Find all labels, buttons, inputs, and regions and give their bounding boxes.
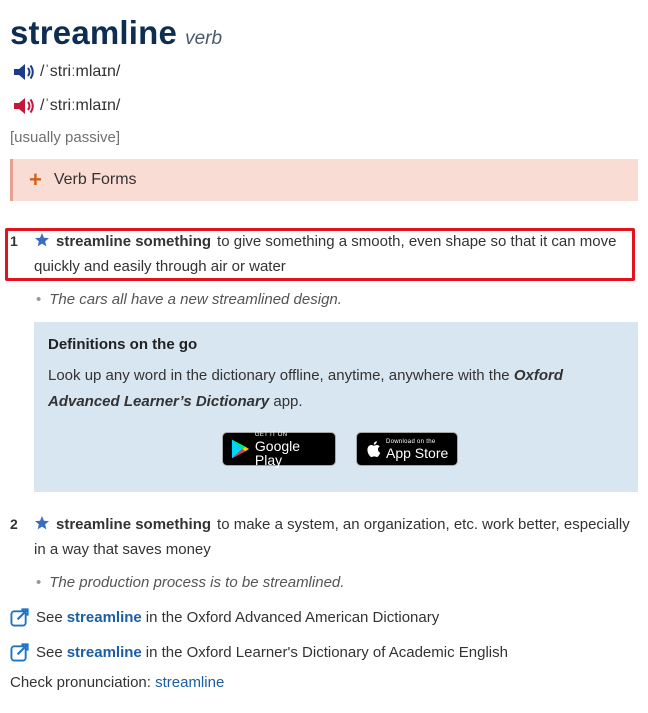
grammar-note: [usually passive]	[10, 129, 121, 146]
xref-prefix: See	[36, 644, 63, 661]
verb-forms-label: Verb Forms	[53, 171, 137, 188]
sense-1: 1 streamline something to give something …	[10, 229, 630, 279]
bullet: •	[36, 291, 42, 308]
external-link-icon	[10, 608, 29, 627]
speaker-icon[interactable]	[12, 61, 36, 83]
phonetic-text: /ˈstriːmlaɪn/	[40, 63, 121, 80]
apple-big-text: App Store	[386, 444, 449, 461]
bullet: •	[36, 574, 42, 591]
star-icon	[35, 233, 49, 247]
sense-number: 2	[10, 516, 18, 532]
check-pronunciation: Check pronunciation: streamline	[10, 674, 224, 691]
xref-prefix: See	[36, 609, 63, 626]
xref-american: See streamline in the Oxford Advanced Am…	[10, 608, 439, 627]
speaker-icon[interactable]	[12, 95, 36, 117]
plus-icon: +	[29, 167, 42, 192]
headword: streamline	[10, 14, 178, 51]
external-link-icon	[10, 643, 29, 662]
xref-link[interactable]: streamline	[67, 609, 142, 626]
part-of-speech: verb	[185, 28, 223, 49]
app-store-button[interactable]: Download on the App Store	[356, 432, 458, 466]
collocation: streamline something	[56, 516, 212, 533]
example-sentence: • The production process is to be streaml…	[36, 574, 344, 591]
check-label: Check pronunciation:	[10, 674, 151, 691]
example-sentence: • The cars all have a new streamlined des…	[36, 291, 342, 308]
example-text: The production process is to be streamli…	[49, 574, 345, 591]
sense-2: 2 streamline something to make a system, …	[10, 512, 630, 562]
app-promo: Definitions on the go Look up any word i…	[34, 322, 638, 492]
phonetic-text: /ˈstriːmlaɪn/	[40, 97, 121, 114]
pronunciation-british: /ˈstriːmlaɪn/	[12, 61, 120, 83]
xref-link[interactable]: streamline	[67, 644, 142, 661]
google-play-icon	[231, 439, 249, 459]
xref-suffix: in the Oxford Learner's Dictionary of Ac…	[145, 644, 508, 661]
star-icon	[35, 516, 49, 530]
check-pronunciation-link[interactable]: streamline	[155, 674, 224, 691]
headword-block: streamline verb	[10, 14, 222, 52]
store-badges: GET IT ON Google Play Download on the Ap…	[222, 431, 458, 468]
xref-academic: See streamline in the Oxford Learner's D…	[10, 643, 508, 662]
example-text: The cars all have a new streamlined desi…	[49, 291, 342, 308]
promo-title: Definitions on the go	[48, 336, 198, 353]
google-play-button[interactable]: GET IT ON Google Play	[222, 431, 336, 468]
collocation: streamline something	[56, 233, 212, 250]
promo-body: Look up any word in the dictionary offli…	[48, 363, 624, 415]
promo-text: Look up any word in the dictionary offli…	[48, 367, 514, 384]
verb-forms-toggle[interactable]: + Verb Forms	[10, 159, 638, 201]
sense-number: 1	[10, 233, 18, 249]
xref-suffix: in the Oxford Advanced American Dictiona…	[145, 609, 440, 626]
pronunciation-american: /ˈstriːmlaɪn/	[12, 95, 120, 117]
google-big-text: Google Play	[254, 437, 301, 468]
apple-small-text: Download on the	[386, 438, 436, 445]
google-small-text: GET IT ON	[254, 431, 288, 438]
apple-icon	[367, 441, 381, 458]
promo-text-end: app.	[269, 393, 303, 410]
